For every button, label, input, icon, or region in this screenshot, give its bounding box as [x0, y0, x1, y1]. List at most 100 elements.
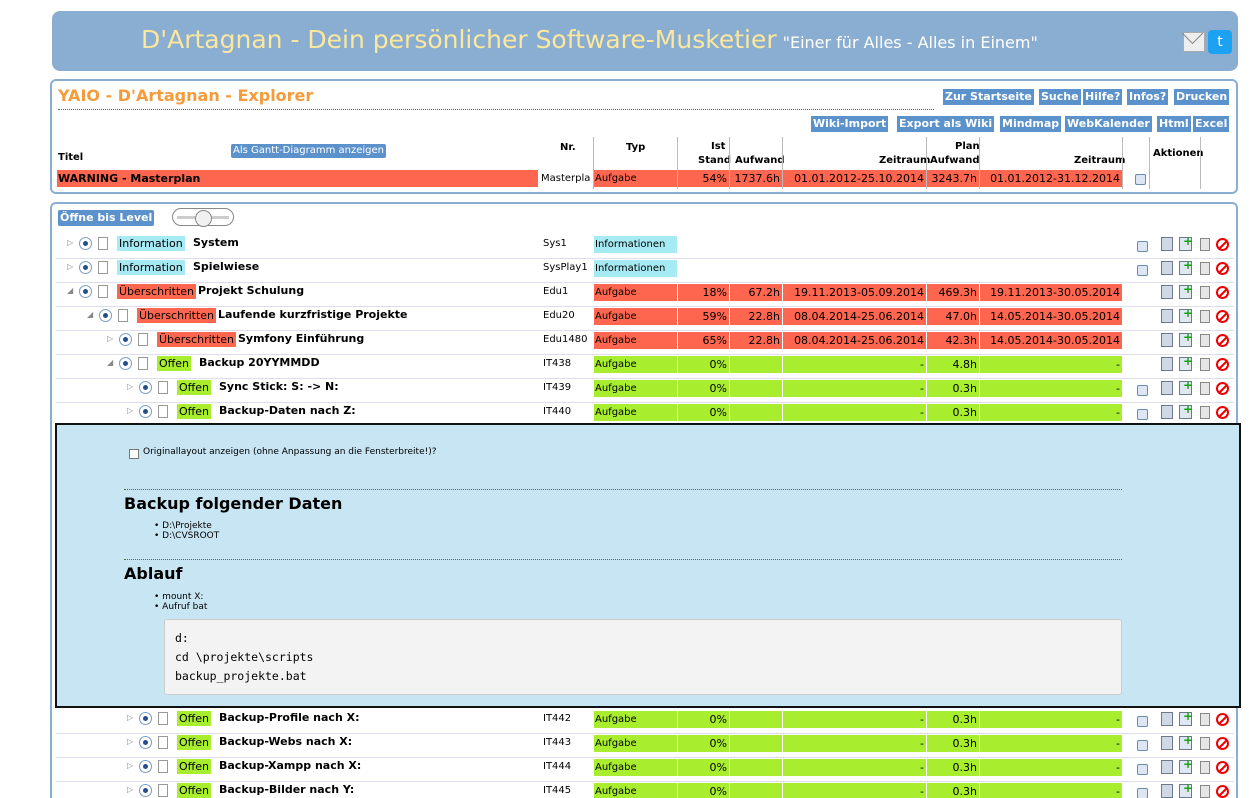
- status-icon[interactable]: [1137, 788, 1148, 798]
- delete-node-icon[interactable]: [1216, 382, 1229, 395]
- info-button[interactable]: Infos?: [1127, 89, 1169, 105]
- delete-node-icon[interactable]: [1216, 358, 1229, 371]
- select-radio[interactable]: [99, 309, 112, 322]
- search-button[interactable]: Suche: [1039, 89, 1081, 105]
- node-name[interactable]: Laufende kurzfristige Projekte: [218, 308, 408, 321]
- status-icon[interactable]: [1137, 409, 1148, 420]
- expand-toggle-icon[interactable]: ◢: [87, 310, 93, 319]
- expand-toggle-icon[interactable]: ▷: [127, 761, 133, 770]
- add-child-icon[interactable]: [1179, 378, 1193, 395]
- select-radio[interactable]: [79, 237, 92, 250]
- add-child-icon[interactable]: [1179, 733, 1193, 750]
- expand-toggle-icon[interactable]: ▷: [67, 262, 73, 271]
- move-node-icon[interactable]: [1200, 737, 1210, 750]
- home-button[interactable]: Zur Startseite: [943, 89, 1034, 105]
- move-node-icon[interactable]: [1200, 286, 1210, 299]
- add-child-icon[interactable]: [1179, 282, 1193, 299]
- mindmap-button[interactable]: Mindmap: [1000, 116, 1062, 132]
- add-child-icon[interactable]: [1179, 330, 1193, 347]
- status-icon[interactable]: [1137, 265, 1148, 276]
- delete-node-icon[interactable]: [1216, 737, 1229, 750]
- master-title[interactable]: WARNING - Masterplan: [57, 170, 538, 187]
- status-icon[interactable]: [1137, 241, 1148, 252]
- details-book-icon[interactable]: [1161, 784, 1173, 798]
- node-name[interactable]: Spielwiese: [193, 260, 259, 273]
- expand-toggle-icon[interactable]: ▷: [127, 785, 133, 794]
- select-radio[interactable]: [139, 736, 152, 749]
- status-icon[interactable]: [1137, 764, 1148, 775]
- delete-node-icon[interactable]: [1216, 406, 1229, 419]
- excel-export-button[interactable]: Excel: [1193, 116, 1230, 132]
- move-node-icon[interactable]: [1200, 713, 1210, 726]
- expand-toggle-icon[interactable]: ▷: [107, 334, 113, 343]
- gantt-button[interactable]: Als Gantt-Diagramm anzeigen: [231, 144, 387, 158]
- select-radio[interactable]: [79, 261, 92, 274]
- details-book-icon[interactable]: [1161, 333, 1173, 347]
- select-radio[interactable]: [119, 333, 132, 346]
- expand-toggle-icon[interactable]: ◢: [67, 286, 73, 295]
- details-book-icon[interactable]: [1161, 309, 1173, 323]
- move-node-icon[interactable]: [1200, 785, 1210, 798]
- details-book-icon[interactable]: [1161, 736, 1173, 750]
- delete-node-icon[interactable]: [1216, 238, 1229, 251]
- move-node-icon[interactable]: [1200, 406, 1210, 419]
- delete-node-icon[interactable]: [1216, 713, 1229, 726]
- select-radio[interactable]: [139, 712, 152, 725]
- select-radio[interactable]: [139, 760, 152, 773]
- node-name[interactable]: Symfony Einführung: [238, 332, 364, 345]
- select-radio[interactable]: [139, 381, 152, 394]
- select-radio[interactable]: [139, 784, 152, 797]
- print-button[interactable]: Drucken: [1174, 89, 1230, 105]
- open-level-button[interactable]: Öffne bis Level: [58, 210, 155, 226]
- delete-node-icon[interactable]: [1216, 334, 1229, 347]
- move-node-icon[interactable]: [1200, 761, 1210, 774]
- details-book-icon[interactable]: [1161, 405, 1173, 419]
- move-node-icon[interactable]: [1200, 334, 1210, 347]
- node-name[interactable]: Backup-Xampp nach X:: [219, 759, 361, 772]
- delete-node-icon[interactable]: [1216, 286, 1229, 299]
- level-slider[interactable]: [172, 208, 234, 227]
- add-child-icon[interactable]: [1179, 306, 1193, 323]
- node-name[interactable]: Backup 20YYMMDD: [199, 356, 320, 369]
- webkalender-button[interactable]: WebKalender: [1065, 116, 1152, 132]
- details-book-icon[interactable]: [1161, 261, 1173, 275]
- details-book-icon[interactable]: [1161, 357, 1173, 371]
- add-child-icon[interactable]: [1179, 354, 1193, 371]
- status-icon[interactable]: [1137, 740, 1148, 751]
- add-child-icon[interactable]: [1179, 234, 1193, 251]
- node-name[interactable]: Backup-Bilder nach Y:: [219, 783, 354, 796]
- export-wiki-button[interactable]: Export als Wiki: [897, 116, 995, 132]
- original-layout-checkbox[interactable]: [129, 449, 139, 459]
- add-child-icon[interactable]: [1179, 402, 1193, 419]
- node-name[interactable]: Backup-Webs nach X:: [219, 735, 352, 748]
- details-book-icon[interactable]: [1161, 381, 1173, 395]
- add-child-icon[interactable]: [1179, 757, 1193, 774]
- help-button[interactable]: Hilfe?: [1083, 89, 1123, 105]
- details-book-icon[interactable]: [1161, 760, 1173, 774]
- select-radio[interactable]: [139, 405, 152, 418]
- wiki-import-button[interactable]: Wiki-Import: [811, 116, 889, 132]
- details-book-icon[interactable]: [1161, 237, 1173, 251]
- delete-node-icon[interactable]: [1216, 785, 1229, 798]
- mail-icon[interactable]: [1183, 32, 1205, 52]
- add-child-icon[interactable]: [1179, 709, 1193, 726]
- expand-toggle-icon[interactable]: ▷: [127, 737, 133, 746]
- node-name[interactable]: Backup-Daten nach Z:: [219, 404, 356, 417]
- expand-toggle-icon[interactable]: ▷: [127, 406, 133, 415]
- move-node-icon[interactable]: [1200, 262, 1210, 275]
- add-child-icon[interactable]: [1179, 781, 1193, 798]
- node-name[interactable]: Projekt Schulung: [198, 284, 304, 297]
- master-status-icon[interactable]: [1135, 174, 1146, 185]
- status-icon[interactable]: [1137, 385, 1148, 396]
- expand-toggle-icon[interactable]: ▷: [127, 382, 133, 391]
- expand-toggle-icon[interactable]: ◢: [107, 358, 113, 367]
- details-book-icon[interactable]: [1161, 285, 1173, 299]
- delete-node-icon[interactable]: [1216, 761, 1229, 774]
- add-child-icon[interactable]: [1179, 258, 1193, 275]
- status-icon[interactable]: [1137, 716, 1148, 727]
- node-name[interactable]: Backup-Profile nach X:: [219, 711, 360, 724]
- delete-node-icon[interactable]: [1216, 262, 1229, 275]
- select-radio[interactable]: [119, 357, 132, 370]
- node-name[interactable]: Sync Stick: S: -> N:: [219, 380, 339, 393]
- html-export-button[interactable]: Html: [1157, 116, 1191, 132]
